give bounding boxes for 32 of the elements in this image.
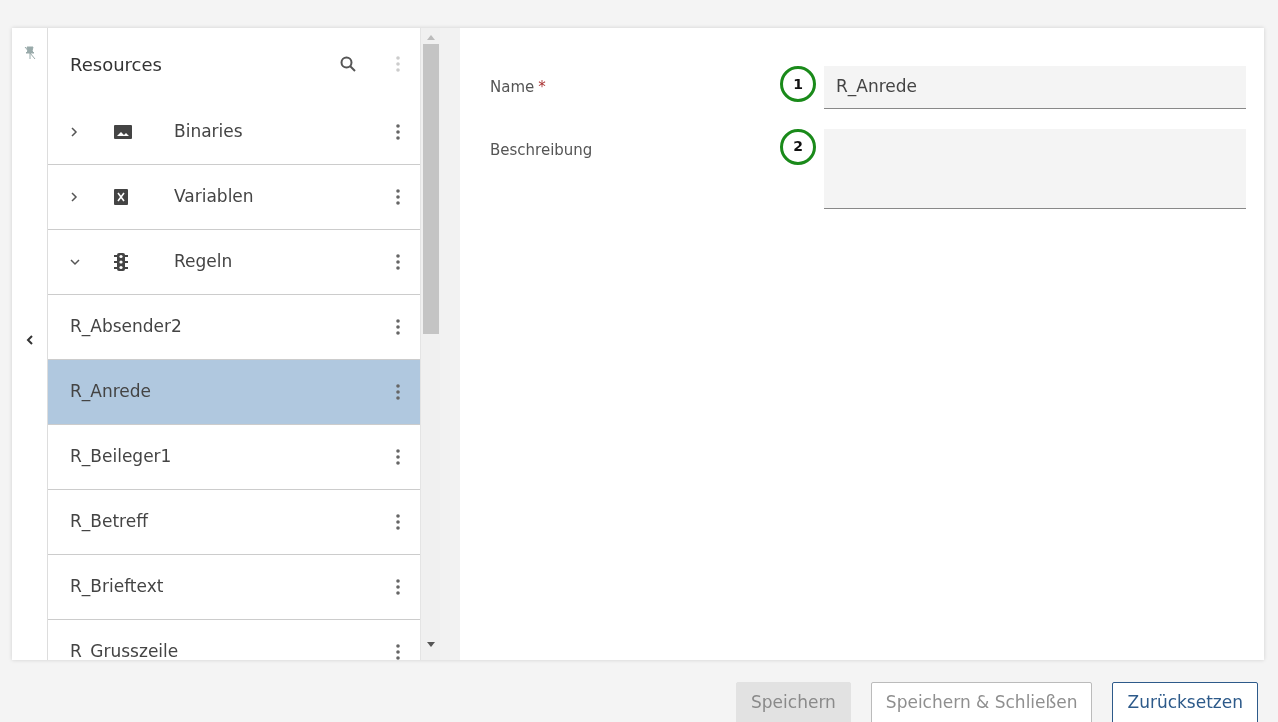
more-icon[interactable] — [396, 449, 400, 465]
expand-icon[interactable] — [70, 127, 78, 137]
panel-title: Resources — [70, 52, 163, 77]
tree-item[interactable]: Variablen — [174, 184, 396, 210]
more-icon[interactable] — [396, 124, 400, 140]
more-icon[interactable] — [396, 319, 400, 335]
scroll-down-icon[interactable] — [426, 642, 435, 648]
more-icon[interactable] — [396, 514, 400, 530]
tree-item[interactable]: Regeln — [174, 249, 396, 275]
more-icon[interactable] — [396, 384, 400, 400]
collapse-icon[interactable] — [24, 334, 35, 346]
required-mark: * — [538, 78, 546, 96]
field-label: Name — [490, 78, 535, 96]
more-icon[interactable] — [396, 254, 400, 270]
scrollbar-thumb[interactable] — [422, 44, 439, 334]
collapse-icon[interactable] — [70, 258, 80, 266]
name-field[interactable]: R_Anrede — [824, 66, 1246, 109]
step-marker: 2 — [780, 128, 816, 165]
field-label: Beschreibung — [490, 140, 593, 159]
search-icon[interactable] — [340, 56, 356, 72]
expand-icon[interactable] — [70, 192, 78, 202]
more-icon[interactable] — [396, 644, 400, 660]
action-button[interactable]: Zurücksetzen — [1112, 682, 1258, 722]
traffic-light-icon — [114, 253, 128, 271]
tree-item[interactable]: Binaries — [174, 119, 396, 145]
tree-item[interactable]: R_Anrede — [48, 360, 420, 425]
description-field[interactable] — [824, 128, 1246, 209]
step-marker: 1 — [780, 66, 816, 102]
more-icon[interactable] — [396, 579, 400, 595]
variable-icon — [114, 189, 128, 205]
image-icon — [114, 125, 132, 139]
more-icon[interactable] — [396, 189, 400, 205]
